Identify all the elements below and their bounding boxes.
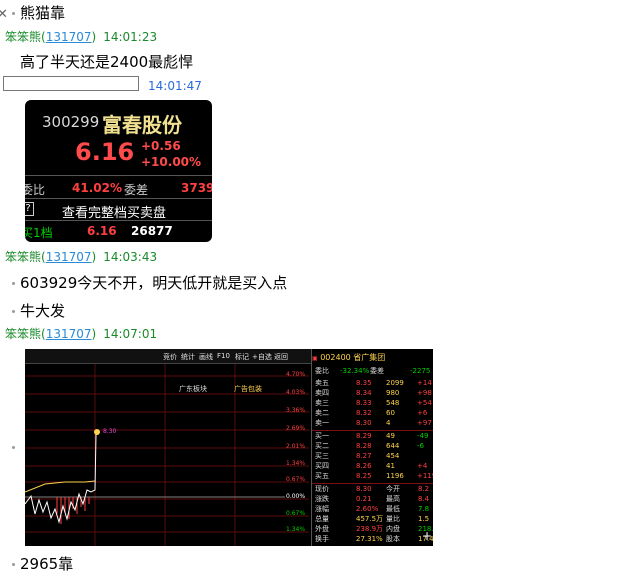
buy1-volume: 26877 xyxy=(131,224,173,238)
board-label: 广东板块 xyxy=(179,385,207,393)
message-time: 14:07:01 xyxy=(103,327,158,341)
quotes-panel: ▣ 002400 省广集团 委比 -32.34% 委差 -2275 卖五 8.35… xyxy=(311,349,433,546)
stat-value: 27.31% xyxy=(356,535,383,543)
message-text: 2965靠 xyxy=(20,555,74,573)
toolbar-item[interactable]: 返回 xyxy=(274,352,288,362)
row-label2: 委差 xyxy=(370,367,384,375)
pct-label: 0.67% xyxy=(286,510,306,517)
row-price: 8.25 xyxy=(356,472,372,480)
reply-input[interactable] xyxy=(3,76,139,91)
row-extra: +97 xyxy=(417,419,432,427)
full-orderbook-link[interactable]: 查看完整档买卖盘 xyxy=(62,202,166,221)
message-time: 14:03:43 xyxy=(103,250,158,264)
username[interactable]: 笨笨熊 xyxy=(5,250,41,264)
user-id-link[interactable]: 131707 xyxy=(46,250,92,264)
board-label: 广告包装 xyxy=(234,385,262,393)
bullet-icon xyxy=(12,12,15,15)
pct-label: 1.34% xyxy=(286,460,306,467)
username[interactable]: 笨笨熊 xyxy=(5,30,41,44)
row-value: -32.34% xyxy=(340,367,370,375)
message-header: 笨笨熊(131707) 14:03:43 xyxy=(5,250,157,264)
message-header: 笨笨熊(131707) 14:01:23 xyxy=(5,30,157,44)
toolbar-item[interactable]: F10 xyxy=(217,352,230,360)
divider xyxy=(25,175,212,176)
row-label: 买五 xyxy=(315,472,329,480)
paren-close: ) xyxy=(91,250,97,264)
user-id-link[interactable]: 131707 xyxy=(46,30,92,44)
stock-title: 002400 省广集团 xyxy=(320,353,386,362)
pct-label: 2.01% xyxy=(286,443,306,450)
stock-change: +0.56 +10.00% xyxy=(141,138,201,170)
avg-price-line xyxy=(25,480,96,493)
weibi-row: 委比 -32.34% 委差 -2275 xyxy=(312,366,433,377)
help-icon: ? xyxy=(25,202,34,216)
pct-label: 4.70% xyxy=(286,371,306,378)
row-price: 8.30 xyxy=(356,419,372,427)
message-time: 14:01:23 xyxy=(103,30,158,44)
toolbar-item[interactable]: +自选 xyxy=(252,352,272,362)
message-header: 笨笨熊(131707) 14:07:01 xyxy=(5,327,157,341)
mark-label: 8.30 xyxy=(103,428,117,435)
sell-row: 卖一 8.30 4 +97 xyxy=(312,418,433,429)
change-percent: +10.00% xyxy=(141,155,202,169)
buy-row: 买五 8.25 1196 +119 xyxy=(312,471,433,482)
bullet-icon xyxy=(12,282,15,285)
close-icon[interactable]: ✕ xyxy=(0,7,8,22)
user-id-link[interactable]: 131707 xyxy=(46,327,92,341)
buy1-label: 买1档 xyxy=(25,226,53,240)
stat-row: 换手 27.31% 股本 17.4 xyxy=(312,534,433,545)
divider xyxy=(25,220,212,221)
paren-close: ) xyxy=(91,30,97,44)
stat-label2: 股本 xyxy=(386,535,400,543)
toolbar-item[interactable]: 画线 xyxy=(199,352,213,362)
message-time: 14:01:47 xyxy=(148,79,202,93)
row-vol: 1196 xyxy=(386,472,404,480)
row-extra: +119 xyxy=(417,472,433,480)
toolbar-item[interactable]: 竞价 xyxy=(163,352,177,362)
buy1-price: 6.16 xyxy=(87,224,117,238)
pct-label: 3.36% xyxy=(286,407,306,414)
chart-grid xyxy=(25,364,309,546)
weibi-label: 委比 xyxy=(25,183,46,197)
divider xyxy=(25,198,212,199)
pct-label: 2.69% xyxy=(286,425,306,432)
message-text: 高了半天还是2400最彪悍 xyxy=(20,53,194,71)
cursor-cross-icon: + xyxy=(422,529,433,543)
bullet-icon xyxy=(12,563,15,566)
toolbar-item[interactable]: 统计 xyxy=(181,352,195,362)
bullet-icon xyxy=(12,310,15,313)
pct-label: 4.03% xyxy=(286,389,306,396)
weicha-label: 委差 xyxy=(124,183,149,197)
stock-price: 6.16 xyxy=(75,138,135,166)
stock-name: 富春股份 xyxy=(102,113,182,137)
toolbar-item[interactable]: 标记 xyxy=(235,352,249,362)
row-value2: -2275 xyxy=(410,367,431,375)
bullet-icon xyxy=(12,446,15,449)
weibi-value: 41.02% xyxy=(72,181,122,195)
message-text: 牛大发 xyxy=(20,302,66,320)
username[interactable]: 笨笨熊 xyxy=(5,327,41,341)
price-marker xyxy=(94,429,100,435)
row-vol: 4 xyxy=(386,419,391,427)
row-label: 卖一 xyxy=(315,419,329,427)
stat-label: 换手 xyxy=(315,535,329,543)
paren-close: ) xyxy=(91,327,97,341)
trading-screenshot[interactable]: 竞价 统计 画线 F10 标记 +自选 返回 8.30 广东板块 广告包装 4.… xyxy=(25,349,433,546)
message-text: 熊猫靠 xyxy=(20,4,66,22)
intraday-chart xyxy=(25,364,309,546)
change-value: +0.56 xyxy=(141,139,181,153)
pct-label: 0.67% xyxy=(286,476,306,483)
row-label: 委比 xyxy=(315,367,329,375)
stock-quote-card[interactable]: 300299 富春股份 6.16 +0.56 +10.00% 委比 41.02%… xyxy=(25,100,212,242)
quotes-title: ▣ 002400 省广集团 xyxy=(312,353,386,362)
stock-code: 300299 xyxy=(42,113,100,131)
pct-label: 1.34% xyxy=(286,526,306,533)
pct-label: 0.00% xyxy=(286,493,306,500)
message-text: 603929今天不开，明天低开就是买入点 xyxy=(20,274,288,292)
weicha-value: 3739 xyxy=(181,181,212,195)
